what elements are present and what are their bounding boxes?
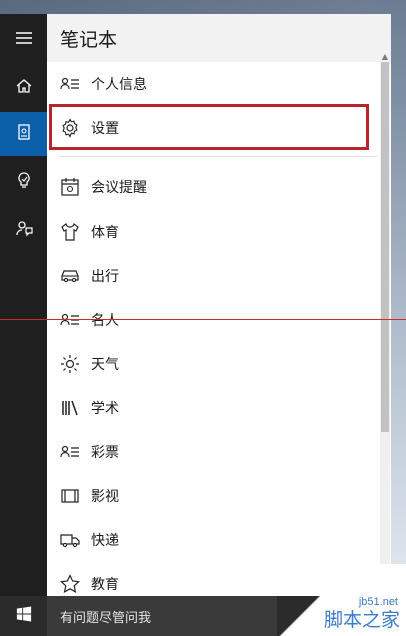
reminders-button[interactable] bbox=[0, 160, 47, 204]
cortana-search-box[interactable]: 有问题尽管问我 bbox=[47, 596, 277, 636]
watermark-name: 脚本之家 bbox=[323, 609, 400, 631]
menu-item-label: 影视 bbox=[91, 489, 119, 505]
settings-highlight-box bbox=[49, 104, 369, 150]
menu-item-express[interactable]: 快递 bbox=[47, 520, 377, 560]
hamburger-menu-icon bbox=[15, 29, 33, 51]
lightbulb-icon bbox=[15, 171, 33, 193]
film-icon bbox=[59, 485, 81, 507]
books-icon bbox=[59, 397, 81, 419]
menu-item-movies[interactable]: 影视 bbox=[47, 476, 377, 516]
menu-item-label: 快递 bbox=[91, 533, 119, 549]
notebook-panel: 笔记本 个人信息 设置 会议提醒 体育 出行 名人 天气 学术 彩票 影视 快递… bbox=[47, 14, 391, 596]
menu-item-label: 教育 bbox=[91, 577, 119, 593]
start-button[interactable] bbox=[0, 596, 47, 636]
menu-item-label: 彩票 bbox=[91, 445, 119, 461]
panel-header: 笔记本 bbox=[47, 14, 391, 62]
menu-item-meeting-reminder[interactable]: 会议提醒 bbox=[47, 167, 377, 207]
hamburger-menu-button[interactable] bbox=[0, 18, 47, 62]
feedback-button[interactable] bbox=[0, 208, 47, 252]
scrollbar-thumb[interactable] bbox=[381, 62, 389, 432]
home-button[interactable] bbox=[0, 66, 47, 110]
jersey-icon bbox=[59, 221, 81, 243]
menu-item-label: 名人 bbox=[91, 313, 119, 329]
notebook-icon bbox=[15, 123, 33, 145]
panel-title: 笔记本 bbox=[60, 29, 118, 51]
scroll-up-arrow-icon[interactable]: ▲ bbox=[379, 52, 391, 62]
calendar-icon bbox=[59, 176, 81, 198]
menu-item-label: 天气 bbox=[91, 357, 119, 373]
menu-item-personal-info[interactable]: 个人信息 bbox=[47, 64, 377, 104]
menu-item-label: 出行 bbox=[91, 269, 119, 285]
truck-icon bbox=[59, 529, 81, 551]
menu-item-label: 个人信息 bbox=[91, 77, 147, 93]
home-icon bbox=[15, 77, 33, 99]
menu-item-sports[interactable]: 体育 bbox=[47, 212, 377, 252]
menu-item-label: 体育 bbox=[91, 225, 119, 241]
menu-item-travel[interactable]: 出行 bbox=[47, 256, 377, 296]
menu-item-weather[interactable]: 天气 bbox=[47, 344, 377, 384]
car-icon bbox=[59, 265, 81, 287]
cortana-rail bbox=[0, 14, 47, 596]
menu-item-academic[interactable]: 学术 bbox=[47, 388, 377, 428]
person-list-icon bbox=[59, 441, 81, 463]
notebook-button[interactable] bbox=[0, 112, 47, 156]
feedback-icon bbox=[15, 219, 33, 241]
menu-item-label: 学术 bbox=[91, 401, 119, 417]
person-list-icon bbox=[59, 309, 81, 331]
menu-separator bbox=[59, 156, 377, 157]
sun-icon bbox=[59, 353, 81, 375]
star-icon bbox=[59, 573, 81, 595]
menu-item-celebrity[interactable]: 名人 bbox=[47, 300, 377, 340]
windows-logo-icon bbox=[16, 606, 32, 626]
red-guide-line bbox=[0, 319, 406, 320]
watermark: jb51.net 脚本之家 bbox=[266, 564, 406, 636]
person-list-icon bbox=[59, 73, 81, 95]
search-placeholder: 有问题尽管问我 bbox=[60, 611, 152, 626]
menu-item-label: 会议提醒 bbox=[91, 180, 147, 196]
menu-item-lottery[interactable]: 彩票 bbox=[47, 432, 377, 472]
